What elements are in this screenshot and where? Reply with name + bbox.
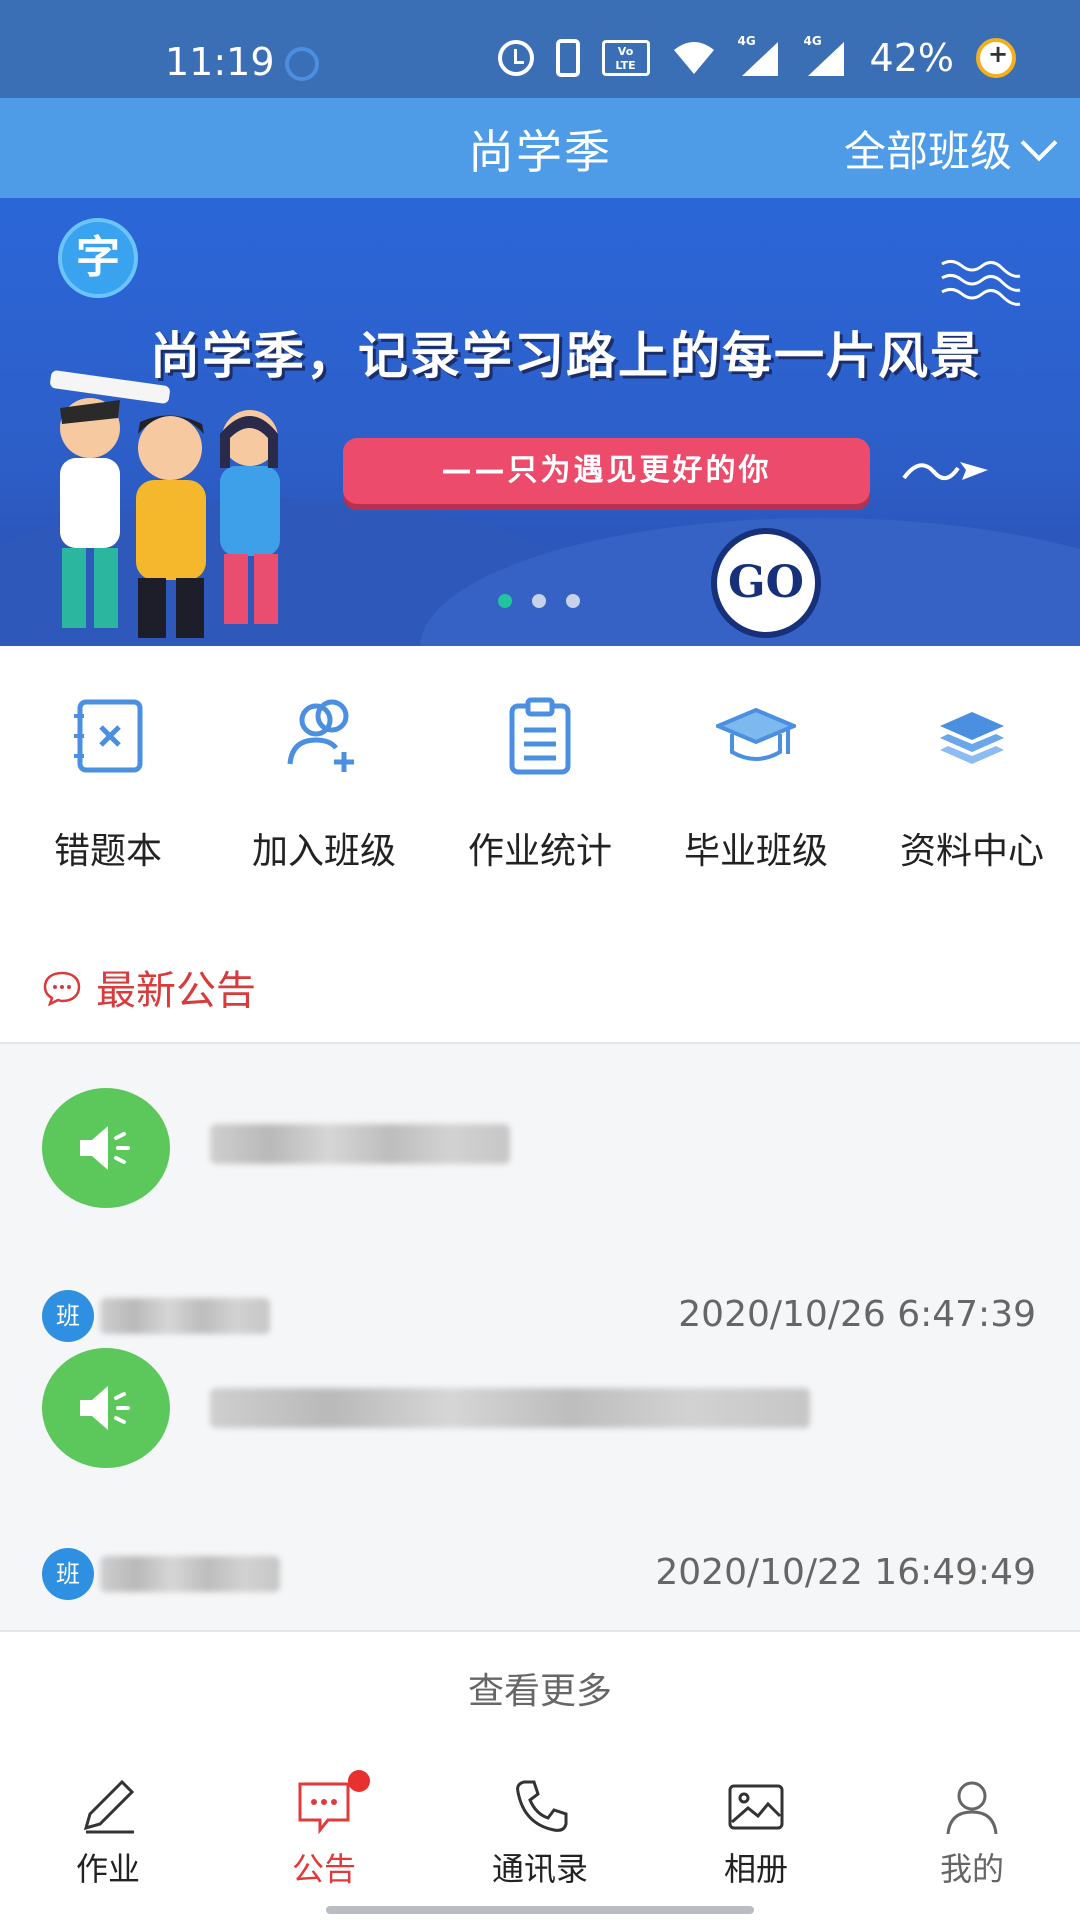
carousel-dot [566,594,580,608]
carousel-dot [532,594,546,608]
class-filter-dropdown[interactable]: 全部班级 [843,118,1058,179]
students-illustration [50,370,280,638]
nav-label: 作业 [75,1850,140,1888]
notice-item[interactable]: 班 2020/10/22 16:49:49 [0,1348,1080,1608]
image-icon [728,1784,784,1830]
nav-tab-me[interactable]: 我的 [864,1776,1080,1896]
notice-author-redacted [100,1556,280,1592]
class-filter-label: 全部班级 [843,127,1012,176]
speaker-icon [42,1088,170,1208]
clipboard-icon [509,697,571,775]
app-header: 尚学季 全部班级 [0,98,1080,198]
banner-logo: 字 [58,218,138,298]
network-label: 4G [737,34,756,48]
menu-label: 错题本 [53,831,162,872]
graduation-cap-icon [716,707,796,761]
nav-tab-album[interactable]: 相册 [648,1776,864,1896]
error-book-icon [74,699,143,773]
nav-label: 我的 [939,1850,1004,1888]
menu-item-error-book[interactable]: 错题本 [0,646,216,930]
nav-tab-contacts[interactable]: 通讯录 [432,1776,648,1896]
banner-tagline: ——只为遇见更好的你 [343,438,870,504]
network-label: 4G [803,34,822,48]
phone-icon [516,1780,568,1832]
carousel-indicator [498,594,580,608]
class-badge: 班 [42,1548,94,1600]
waves-decoration [941,259,1021,306]
menu-label: 资料中心 [899,831,1044,872]
menu-item-homework-stats[interactable]: 作业统计 [432,646,648,930]
nav-label: 通讯录 [491,1850,588,1888]
notice-text-redacted [210,1124,510,1164]
layers-icon [940,712,1004,764]
battery-saver-icon [976,38,1016,78]
menu-item-join-class[interactable]: 加入班级 [216,646,432,930]
notice-time: 2020/10/26 6:47:39 [678,1294,1036,1335]
view-more-bar: 查看更多 [0,1630,1080,1736]
menu-item-graduated-class[interactable]: 毕业班级 [648,646,864,930]
menu-label: 加入班级 [251,831,396,872]
chat-bubble-icon [43,971,81,1006]
notice-item[interactable]: 班 2020/10/26 6:47:39 [0,1064,1080,1342]
menu-label: 毕业班级 [683,831,828,872]
status-time: 11:19 [165,40,275,84]
menu-item-resource-center[interactable]: 资料中心 [864,646,1080,930]
phone-status-icon [555,39,580,77]
notice-meta: 班 2020/10/26 6:47:39 [0,1290,1080,1342]
nav-label: 公告 [291,1850,356,1888]
pencil-icon [83,1779,135,1834]
nav-tab-notice[interactable]: 公告 [216,1770,432,1896]
battery-percent: 42% [869,36,954,80]
chevron-down-icon [1020,124,1058,161]
quick-menu: 错题本 加入班级 作业统计 毕业班级 资料中心 [0,646,1080,930]
user-icon [946,1781,998,1835]
view-more-link[interactable]: 查看更多 [0,1662,1080,1714]
carousel-dot [498,594,512,608]
notice-list: 班 2020/10/26 6:47:39 班 2020/10/22 16:49:… [0,1044,1080,1628]
notice-text-redacted [210,1388,810,1428]
message-icon [298,1782,350,1835]
bottom-nav: 作业 公告 通讯录 相册 我的 [0,1736,1080,1920]
notice-section-header: 最新公告 [0,930,1080,1044]
status-icons: Vo LTE 4G 4G 42% [497,34,1016,80]
signal-icon: 4G [804,34,848,78]
banner-go-button[interactable]: GO [711,528,821,638]
add-user-icon [287,699,354,772]
banner-carousel[interactable]: 字 尚学季，记录学习路上的每一片风景 ——只为遇见更好的你 GO [0,198,1080,646]
menu-label: 作业统计 [467,831,612,872]
notification-badge [348,1770,370,1792]
notice-author-redacted [100,1298,270,1334]
status-bar: 11:19 Vo LTE 4G 4G 42% [0,0,1080,98]
home-indicator[interactable] [326,1906,754,1914]
notice-meta: 班 2020/10/22 16:49:49 [0,1548,1080,1600]
volte-icon: Vo LTE [601,40,650,76]
nav-label: 相册 [723,1850,788,1888]
signal-icon: 4G [738,34,782,78]
notice-section-title: 最新公告 [96,968,256,1014]
paper-plane-icon [902,462,988,480]
notice-time: 2020/10/22 16:49:49 [655,1552,1036,1593]
nav-tab-homework[interactable]: 作业 [0,1776,216,1896]
class-badge: 班 [42,1290,94,1342]
speaker-icon [42,1348,170,1468]
alarm-icon [497,40,534,76]
sync-icon [285,47,319,81]
wifi-icon [673,42,714,74]
